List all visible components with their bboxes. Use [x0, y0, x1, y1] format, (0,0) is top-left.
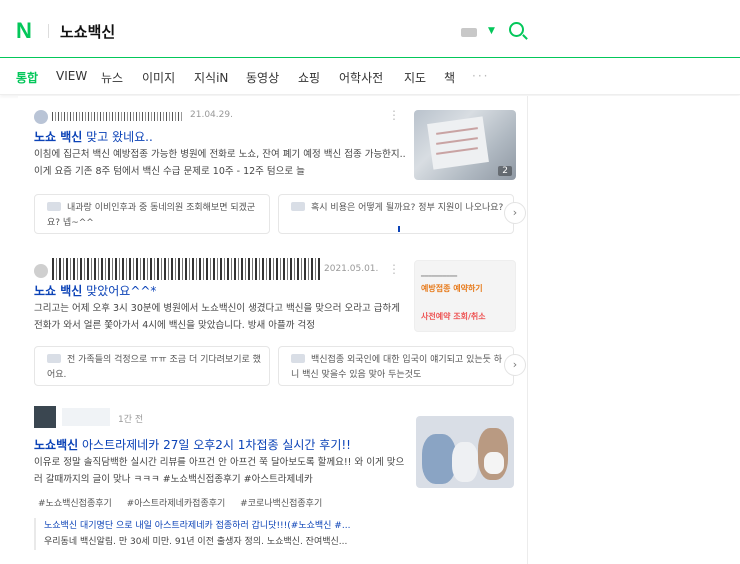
comment-card[interactable]: 백신접종 외국인에 대한 입국이 얘기되고 있는듯 하니 백신 맞을수 있음 맞…	[278, 346, 514, 386]
redacted-author	[52, 258, 320, 280]
result-snippet[interactable]: 이침에 집근처 백신 예방접종 가능한 병원에 전화로 노쇼, 잔여 폐기 예정…	[34, 146, 408, 180]
result-thumbnail[interactable]: 2	[414, 110, 516, 180]
result-thumbnail[interactable]: ━━━━━━━━━━ 예방접종 예약하기 사전예약 조회/취소	[414, 260, 516, 332]
avatar[interactable]	[34, 406, 56, 428]
scroll-indicator	[398, 226, 400, 232]
search-tabs: 통합 VIEW 뉴스 이미지 지식iN 동영상 쇼핑 어학사전 지도 책 ···	[0, 59, 740, 95]
post-time: 1간 전	[118, 415, 144, 425]
result-item: 1간 전 노쇼백신 아스트라제네카 27일 오후2시 1차접종 실시간 후기!!…	[34, 406, 516, 562]
keyboard-icon[interactable]	[461, 28, 477, 37]
blurred-person-image	[452, 442, 478, 482]
post-date: 2021.05.01.	[324, 264, 379, 274]
tab-books[interactable]: 책	[444, 69, 455, 86]
comment-icon	[47, 354, 61, 363]
comment-card[interactable]: 전 가족들의 걱정으로 ㅠㅠ 조금 더 기다려보기로 했어요.	[34, 346, 270, 386]
thumbnail-button-text: 예방접종 예약하기	[421, 284, 483, 293]
tab-dictionary[interactable]: 어학사전	[339, 69, 383, 86]
tab-map[interactable]: 지도	[404, 69, 426, 86]
comment-icon	[47, 202, 61, 211]
more-options-icon[interactable]: ⋮	[388, 262, 400, 276]
comment-card[interactable]: 내과랑 이비인후과 중 동네의원 조회해보면 되겠군요? 넵~^^	[34, 194, 270, 234]
thumbnail-caption: ━━━━━━━━━━	[421, 273, 458, 280]
naver-logo[interactable]: N	[16, 18, 32, 44]
tab-kin[interactable]: 지식iN	[194, 69, 228, 86]
tab-shopping[interactable]: 쇼핑	[298, 69, 320, 86]
result-snippet[interactable]: 그리고는 어제 오후 3시 30분에 병원에서 노쇼백신이 생겼다고 백신을 맞…	[34, 300, 408, 334]
result-meta: 2021.05.01. ⋮	[34, 258, 414, 280]
thumbnail-button-text: 사전예약 조회/취소	[421, 312, 486, 321]
redacted-author	[52, 112, 182, 121]
result-title[interactable]: 노쇼 백신 맞았어요^^*	[34, 282, 156, 299]
caret-down-icon[interactable]: ▼	[488, 26, 495, 36]
header-divider	[48, 24, 49, 38]
result-thumbnail[interactable]	[416, 416, 514, 488]
avatar[interactable]	[34, 264, 48, 278]
comment-card[interactable]: 혹시 비용은 어떻게 될까요? 정부 지원이 나오나요?	[278, 194, 514, 234]
result-item: 21.04.29. ⋮ 노쇼 백신 맞고 왔네요.. 이침에 집근처 백신 예방…	[34, 108, 526, 242]
result-snippet[interactable]: 이유로 정말 솔직담백한 실시간 리뷰를 아프건 안 아프건 쭉 달아보도록 할…	[34, 454, 408, 488]
avatar[interactable]	[34, 110, 48, 124]
chevron-right-icon[interactable]: ›	[504, 202, 526, 224]
blurred-person-image	[484, 452, 504, 474]
redacted-author	[62, 408, 110, 426]
tab-view[interactable]: VIEW	[56, 69, 87, 83]
excerpt-line[interactable]: 노쇼백신 대기명단 으로 내일 아스트라제네카 접종하러 갑니닷!!!(#노쇼백…	[44, 518, 408, 534]
tab-video[interactable]: 동영상	[246, 69, 279, 86]
comment-icon	[291, 354, 305, 363]
search-icon[interactable]	[509, 22, 524, 37]
result-item: 2021.05.01. ⋮ 노쇼 백신 맞았어요^^* 그리고는 어제 오후 3…	[34, 258, 526, 392]
comment-icon	[291, 202, 305, 211]
blurred-person-image	[422, 434, 456, 484]
result-title[interactable]: 노쇼백신 아스트라제네카 27일 오후2시 1차접종 실시간 후기!!	[34, 436, 351, 453]
post-excerpts: 노쇼백신 대기명단 으로 내일 아스트라제네카 접종하러 갑니닷!!!(#노쇼백…	[34, 518, 408, 550]
result-meta: 21.04.29. ⋮	[34, 108, 414, 124]
chevron-right-icon[interactable]: ›	[504, 354, 526, 376]
hashtag-list: #노쇼백신접종후기 #아스트라제네카접종후기 #코로나백신접종후기	[38, 496, 334, 509]
tab-more[interactable]: ···	[472, 69, 489, 83]
tab-news[interactable]: 뉴스	[101, 69, 123, 86]
image-count-badge: 2	[498, 166, 512, 176]
search-query[interactable]: 노쇼백신	[60, 21, 115, 42]
related-comments: 전 가족들의 걱정으로 ㅠㅠ 조금 더 기다려보기로 했어요. 백신접종 외국인…	[34, 346, 526, 386]
related-comments: 내과랑 이비인후과 중 동네의원 조회해보면 되겠군요? 넵~^^ 혹시 비용은…	[34, 194, 526, 234]
hashtag[interactable]: #코로나백신접종후기	[240, 499, 322, 509]
view-results-panel: 21.04.29. ⋮ 노쇼 백신 맞고 왔네요.. 이침에 집근처 백신 예방…	[18, 96, 528, 564]
tab-integrated[interactable]: 통합	[16, 69, 38, 86]
tab-images[interactable]: 이미지	[142, 69, 175, 86]
excerpt-line[interactable]: 우리동네 백신알림. 만 30세 미만. 91년 이전 출생자 정의. 노쇼백신…	[44, 534, 408, 550]
post-date: 21.04.29.	[190, 110, 233, 120]
hashtag[interactable]: #노쇼백신접종후기	[38, 499, 112, 509]
more-options-icon[interactable]: ⋮	[388, 108, 400, 122]
right-empty-area	[528, 96, 740, 564]
result-title[interactable]: 노쇼 백신 맞고 왔네요..	[34, 128, 153, 145]
result-meta: 1간 전	[34, 406, 414, 428]
hashtag[interactable]: #아스트라제네카접종후기	[127, 499, 226, 509]
search-header: N 노쇼백신 ▼	[0, 0, 740, 58]
